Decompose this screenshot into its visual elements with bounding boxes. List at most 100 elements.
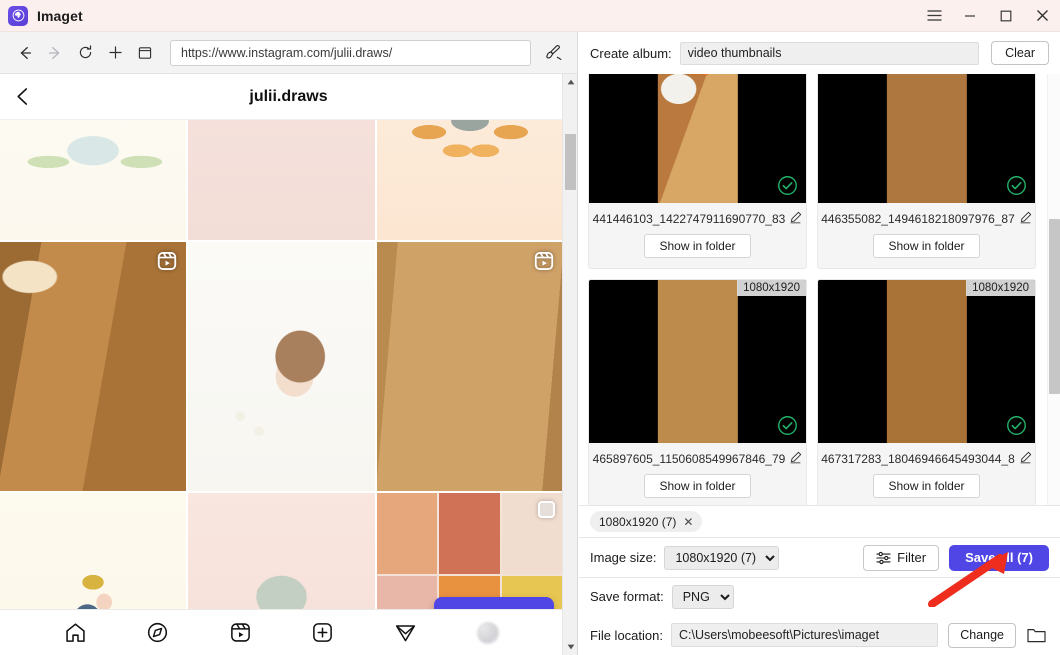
filter-button-label: Filter <box>897 550 927 565</box>
instagram-photo-grid <box>0 120 563 613</box>
card-filename: 446355082_1494618218097976_87 <box>821 212 1015 226</box>
cloud-download-icon <box>12 9 24 22</box>
size-filter-chip[interactable]: 1080x1920 (7) ✕ <box>590 511 703 532</box>
card-preview[interactable]: 1080x1920 <box>818 280 1035 443</box>
post-thumbnail <box>376 242 563 491</box>
preview-overlay-text: COLOR WITH ME · HAPPY TEA TIME <box>661 74 735 77</box>
nav-create-button[interactable] <box>310 620 336 646</box>
embedded-browser: https://www.instagram.com/julii.draws/ j… <box>0 32 578 655</box>
nav-reels-button[interactable] <box>227 620 253 646</box>
nav-explore-button[interactable] <box>145 620 171 646</box>
show-in-folder-button[interactable]: Show in folder <box>873 474 980 498</box>
card-preview-image <box>886 280 967 443</box>
minimize-icon <box>965 14 975 17</box>
collage-tile <box>376 576 438 613</box>
file-location-input[interactable] <box>670 623 939 647</box>
menu-button[interactable] <box>916 0 952 32</box>
album-name-input[interactable] <box>679 41 980 65</box>
image-size-row: Image size: 1080x1920 (7) Filter Save al… <box>579 537 1060 577</box>
card-filename: 467317283_18046946645493044_8 <box>821 452 1015 466</box>
grid-post[interactable] <box>0 120 187 241</box>
download-panel: Create album: Clear COLOR WITH ME · HAPP… <box>579 32 1060 655</box>
close-icon <box>1036 10 1048 21</box>
thumbnail-card[interactable]: COLOR WITH ME · HAPPY TEA TIME 441446103_… <box>588 74 807 269</box>
maximize-icon <box>1000 10 1012 21</box>
card-filename: 441446103_1422747911690770_83 <box>592 212 786 226</box>
arrow-left-icon <box>20 46 32 59</box>
scroll-down-button[interactable] <box>563 639 577 655</box>
grid-post[interactable] <box>188 492 375 613</box>
save-format-select[interactable]: PNG <box>671 584 734 609</box>
rename-pencil-icon[interactable] <box>1019 211 1032 227</box>
nav-messages-button[interactable] <box>392 620 418 646</box>
selected-check-icon[interactable] <box>777 415 798 436</box>
card-preview[interactable]: COLOR WITH ME · HAPPY TEA TIME <box>589 74 806 203</box>
app-title: Imaget <box>37 7 83 24</box>
selected-check-icon[interactable] <box>777 175 798 196</box>
thumbnail-cards-area: COLOR WITH ME · HAPPY TEA TIME 441446103_… <box>579 74 1060 505</box>
post-thumbnail <box>188 492 375 613</box>
thumbnail-card[interactable]: 446355082_1494618218097976_87 Show in fol… <box>817 74 1036 269</box>
scroll-up-button[interactable] <box>563 74 577 90</box>
browser-reload-button[interactable] <box>70 38 100 68</box>
panel-scrollbar-thumb[interactable] <box>1049 219 1060 394</box>
card-preview[interactable] <box>818 74 1035 203</box>
minimize-button[interactable] <box>952 0 988 32</box>
show-in-folder-button[interactable]: Show in folder <box>644 234 751 258</box>
show-in-folder-button[interactable]: Show in folder <box>873 234 980 258</box>
instagram-bottom-nav <box>0 609 563 655</box>
thumbnail-card[interactable]: 1080x1920 467317283_18046946645493044_8 Sh… <box>817 279 1036 505</box>
resolution-badge: 1080x1920 <box>737 280 806 296</box>
show-in-folder-button[interactable]: Show in folder <box>644 474 751 498</box>
browser-back-button[interactable] <box>10 38 40 68</box>
selected-check-icon[interactable] <box>1006 415 1027 436</box>
rename-pencil-icon[interactable] <box>1019 451 1032 467</box>
resolution-badge: 1080x1920 <box>966 280 1035 296</box>
nav-profile-button[interactable] <box>475 620 501 646</box>
save-all-button[interactable]: Save all (7) <box>949 544 1049 571</box>
thumbnail-card[interactable]: 1080x1920 465897605_1150608549967846_79 Sh… <box>588 279 807 505</box>
browser-scrollbar-thumb[interactable] <box>565 134 576 190</box>
clear-button[interactable]: Clear <box>991 41 1049 65</box>
create-album-label: Create album: <box>590 45 672 61</box>
remove-filter-icon[interactable]: ✕ <box>683 515 693 529</box>
folder-icon <box>1026 628 1046 642</box>
instagram-back-button[interactable] <box>0 87 44 106</box>
grid-post[interactable] <box>376 242 563 491</box>
grid-post[interactable] <box>0 242 187 491</box>
brush-button[interactable] <box>539 39 567 67</box>
browser-scrollbar[interactable] <box>562 74 577 655</box>
menu-icon <box>927 10 941 21</box>
maximize-button[interactable] <box>988 0 1024 32</box>
panel-scrollbar[interactable] <box>1047 74 1060 505</box>
browser-new-tab-button[interactable] <box>100 38 130 68</box>
selected-check-icon[interactable] <box>1006 175 1027 196</box>
change-location-button[interactable]: Change <box>948 622 1016 648</box>
url-bar[interactable]: https://www.instagram.com/julii.draws/ <box>170 39 531 66</box>
carousel-badge-icon <box>537 500 555 518</box>
collage-tile <box>376 492 438 575</box>
compass-icon <box>148 622 168 643</box>
caret-up-icon <box>567 79 574 85</box>
browser-window-button[interactable] <box>130 38 160 68</box>
grid-post[interactable] <box>0 492 187 613</box>
rename-pencil-icon[interactable] <box>789 451 802 467</box>
filter-button[interactable]: Filter <box>863 544 940 571</box>
reload-icon <box>79 45 91 59</box>
grid-post[interactable] <box>376 120 563 241</box>
close-button[interactable] <box>1024 0 1060 32</box>
grid-post[interactable] <box>188 120 375 241</box>
nav-home-button[interactable] <box>62 620 88 646</box>
card-preview[interactable]: 1080x1920 <box>589 280 806 443</box>
grid-post[interactable] <box>188 242 375 491</box>
file-location-label: File location: <box>590 627 663 643</box>
post-thumbnail <box>188 242 375 491</box>
grid-post[interactable] <box>376 492 563 613</box>
browser-forward-button[interactable] <box>40 38 70 68</box>
create-album-row: Create album: Clear <box>579 32 1060 74</box>
brush-icon <box>545 44 561 60</box>
image-size-select[interactable]: 1080x1920 (7) <box>664 545 780 570</box>
card-actions: Show in folder <box>818 230 1035 268</box>
open-folder-button[interactable] <box>1025 624 1047 646</box>
rename-pencil-icon[interactable] <box>789 211 802 227</box>
